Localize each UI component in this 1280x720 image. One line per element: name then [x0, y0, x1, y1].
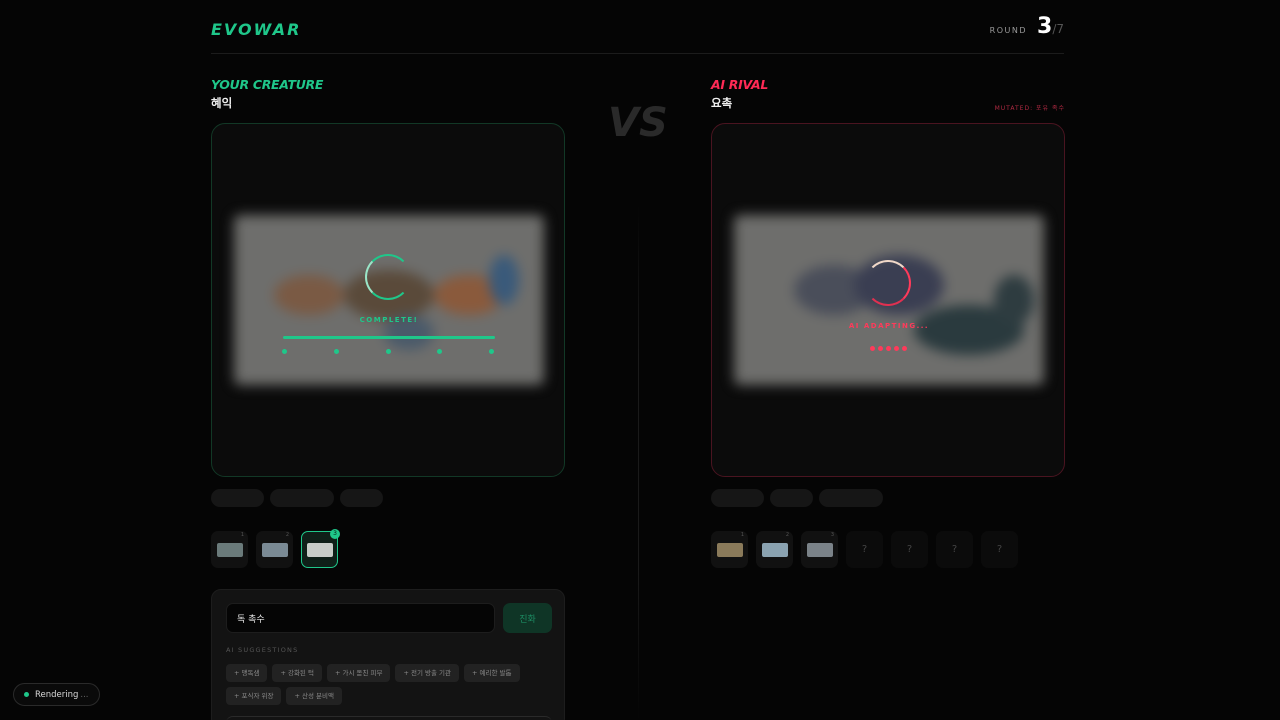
- player-evolution-history: 1 2 3: [211, 529, 340, 568]
- history-number: 3: [330, 529, 340, 539]
- suggestion-chip[interactable]: + 포식자 위장: [226, 687, 282, 705]
- round-indicator: ROUND 3 /7: [990, 14, 1064, 39]
- player-progress-bar: [283, 336, 495, 339]
- history-number: 2: [785, 532, 789, 538]
- history-slot[interactable]: 1: [211, 531, 248, 568]
- suggestion-chip[interactable]: + 맹독샘: [226, 664, 268, 682]
- suggestion-chip[interactable]: + 예리한 발톱: [464, 664, 520, 682]
- rendering-ellipsis: ...: [80, 689, 89, 700]
- round-label: ROUND: [989, 26, 1027, 35]
- progress-dot: [333, 349, 339, 354]
- adapting-dot: [902, 346, 907, 351]
- history-slot[interactable]: 2: [256, 531, 293, 568]
- rival-evolution-history: 1 2 3 ? ? ? ?: [711, 531, 1018, 568]
- rival-trait-tags: [711, 489, 883, 507]
- suggestions-label: AI SUGGESTIONS: [226, 646, 299, 654]
- rival-status-text: AI ADAPTING...: [848, 322, 930, 330]
- suggestion-chip[interactable]: + 가시 돋친 피부: [326, 664, 391, 682]
- app-logo: EVOWAR: [211, 20, 302, 39]
- history-slot-locked: ?: [891, 531, 928, 568]
- player-status-text: COMPLETE!: [359, 316, 419, 324]
- history-slot[interactable]: 3: [801, 531, 838, 568]
- history-slot[interactable]: 1: [711, 531, 748, 568]
- player-trait-tags: [211, 489, 383, 507]
- top-header: EVOWAR ROUND 3 /7: [211, 14, 1064, 54]
- rival-adapting-dots: [870, 346, 907, 351]
- adapting-dot: [894, 346, 899, 351]
- adapting-dot: [870, 346, 875, 351]
- progress-dot: [489, 349, 494, 354]
- round-current: 3: [1037, 14, 1053, 39]
- trait-tag-placeholder: [211, 489, 264, 507]
- history-slot-locked: ?: [846, 531, 883, 568]
- history-thumbnail: [761, 542, 788, 557]
- player-creature-card: COMPLETE!: [211, 123, 565, 477]
- trait-tag-placeholder: [819, 489, 883, 507]
- loading-spinner: [365, 254, 411, 300]
- player-panel: YOUR CREATURE 혜익 COMPLETE! 1 2 3 독 촉수 진화…: [211, 77, 565, 720]
- history-number: 1: [240, 532, 244, 538]
- history-thumbnail: [306, 542, 333, 557]
- evolve-panel-footer: [226, 716, 552, 720]
- trait-tag-placeholder: [711, 489, 764, 507]
- history-slot[interactable]: 2: [756, 531, 793, 568]
- progress-dot: [385, 349, 391, 354]
- mutated-label: MUTATED: 포유 족수: [994, 105, 1065, 112]
- evolve-panel: 진화 AI SUGGESTIONS + 맹독샘 + 강화된 턱 + 가시 돋친 …: [211, 589, 565, 720]
- history-number: 2: [285, 532, 289, 538]
- rival-creature-card: AI ADAPTING...: [711, 123, 1065, 477]
- history-number: 1: [740, 532, 744, 538]
- suggestion-chip[interactable]: + 전기 방출 기관: [395, 664, 460, 682]
- history-thumbnail: [806, 542, 833, 557]
- history-slot-locked: ?: [936, 531, 973, 568]
- progress-dot: [437, 349, 443, 354]
- history-number: 3: [830, 532, 834, 538]
- suggestion-chip[interactable]: + 산성 분비액: [286, 687, 342, 705]
- suggestion-chips: + 맹독샘 + 강화된 턱 + 가시 돋친 피부 + 전기 방출 기관 + 예리…: [226, 664, 526, 705]
- adapting-dot: [886, 346, 891, 351]
- trait-tag-placeholder: [340, 489, 383, 507]
- rival-side-title: AI RIVAL: [711, 77, 769, 92]
- history-slot-active[interactable]: 3: [301, 529, 340, 568]
- trait-tag-placeholder: [770, 489, 813, 507]
- progress-dot: [282, 349, 287, 354]
- loading-spinner: [865, 260, 911, 306]
- center-divider: [638, 205, 639, 720]
- history-thumbnail: [216, 542, 243, 557]
- history-slot-locked: ?: [981, 531, 1018, 568]
- vs-label: VS: [608, 100, 668, 146]
- round-total: /7: [1052, 22, 1064, 36]
- history-thumbnail: [716, 542, 743, 557]
- status-dot-icon: [24, 692, 29, 697]
- adapting-dot: [878, 346, 883, 351]
- rendering-label: Rendering: [35, 689, 79, 700]
- player-creature-name: 혜익: [211, 96, 233, 110]
- evolve-input[interactable]: [226, 603, 495, 633]
- player-creature-image: [234, 215, 544, 385]
- player-side-title: YOUR CREATURE: [211, 77, 324, 92]
- rendering-status-pill: Rendering ...: [13, 683, 100, 706]
- trait-tag-placeholder: [270, 489, 334, 507]
- suggestion-chip[interactable]: + 강화된 턱: [272, 664, 322, 682]
- evolve-button[interactable]: 진화: [503, 603, 552, 633]
- player-progress-dots: [282, 349, 494, 354]
- rival-panel: AI RIVAL 요촉 MUTATED: 포유 족수 AI ADAPTING..…: [711, 77, 1065, 568]
- history-thumbnail: [261, 542, 288, 557]
